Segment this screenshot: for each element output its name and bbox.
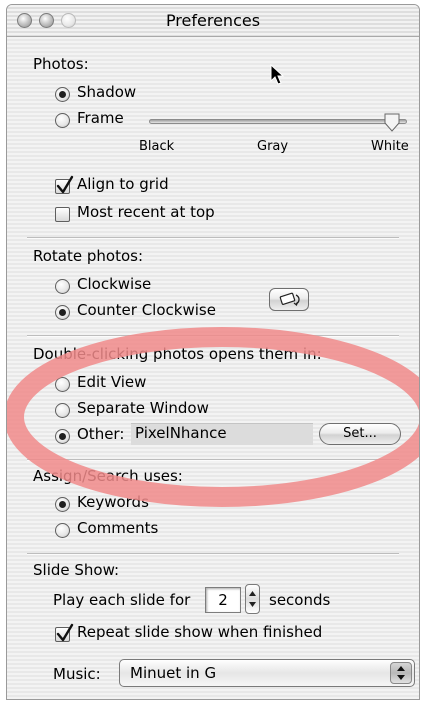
keywords-radio[interactable] bbox=[55, 497, 70, 512]
counter-clockwise-label: Counter Clockwise bbox=[77, 301, 216, 319]
slider-label-black: Black bbox=[139, 139, 175, 154]
slider-label-gray: Gray bbox=[257, 139, 289, 154]
seconds-field[interactable]: 2 bbox=[205, 587, 241, 613]
repeat-slideshow-label: Repeat slide show when finished bbox=[77, 623, 323, 641]
keywords-label: Keywords bbox=[77, 493, 149, 511]
divider bbox=[27, 459, 399, 461]
other-application-name: PixelNhance bbox=[135, 424, 227, 442]
shadow-radio[interactable] bbox=[55, 87, 70, 102]
counter-clockwise-radio[interactable] bbox=[55, 305, 70, 320]
slider-thumb[interactable] bbox=[383, 113, 401, 133]
music-selected-value: Minuet in G bbox=[130, 664, 217, 682]
doubleclick-heading: Double-clicking photos opens them in: bbox=[33, 345, 322, 363]
title-bar: Preferences bbox=[7, 5, 419, 37]
frame-radio[interactable] bbox=[55, 113, 70, 128]
clockwise-label: Clockwise bbox=[77, 275, 152, 293]
other-label: Other: bbox=[77, 425, 125, 443]
popup-arrows bbox=[390, 662, 412, 684]
most-recent-label: Most recent at top bbox=[77, 203, 215, 221]
shadow-label: Shadow bbox=[77, 83, 137, 101]
slideshow-heading: Slide Show: bbox=[33, 561, 120, 579]
frame-color-slider-track[interactable] bbox=[149, 119, 407, 124]
clockwise-radio[interactable] bbox=[55, 279, 70, 294]
set-button[interactable]: Set... bbox=[319, 423, 401, 445]
window-title: Preferences bbox=[165, 11, 261, 30]
rotate-heading: Rotate photos: bbox=[33, 247, 144, 265]
separate-window-label: Separate Window bbox=[77, 399, 209, 417]
other-radio[interactable] bbox=[55, 429, 70, 444]
music-label: Music: bbox=[53, 665, 101, 683]
play-each-slide-label: Play each slide for bbox=[53, 591, 191, 609]
frame-label: Frame bbox=[77, 109, 124, 127]
align-to-grid-checkbox[interactable] bbox=[55, 175, 74, 194]
rotate-button[interactable] bbox=[269, 288, 309, 311]
slider-label-white: White bbox=[371, 139, 409, 154]
most-recent-checkbox[interactable] bbox=[55, 207, 70, 222]
stepper-arrows-icon bbox=[249, 591, 256, 607]
rotate-icon bbox=[279, 292, 300, 307]
edit-view-radio[interactable] bbox=[55, 377, 70, 392]
seconds-stepper[interactable] bbox=[245, 584, 260, 614]
repeat-slideshow-checkbox[interactable] bbox=[55, 623, 74, 642]
mouse-pointer-icon bbox=[270, 64, 285, 85]
separate-window-radio[interactable] bbox=[55, 403, 70, 418]
divider bbox=[27, 335, 399, 337]
preferences-window: Preferences Photos: Shadow Frame Black G… bbox=[6, 4, 420, 700]
comments-label: Comments bbox=[77, 519, 159, 537]
photos-heading: Photos: bbox=[33, 55, 89, 73]
comments-radio[interactable] bbox=[55, 523, 70, 538]
seconds-label: seconds bbox=[269, 591, 331, 609]
other-application-field: PixelNhance bbox=[131, 423, 313, 445]
align-to-grid-label: Align to grid bbox=[77, 175, 169, 193]
divider bbox=[27, 553, 399, 555]
divider bbox=[27, 237, 399, 239]
up-down-arrows-icon bbox=[397, 666, 405, 680]
assign-heading: Assign/Search uses: bbox=[33, 467, 183, 485]
edit-view-label: Edit View bbox=[77, 373, 147, 391]
music-popup-menu[interactable]: Minuet in G bbox=[119, 659, 415, 687]
